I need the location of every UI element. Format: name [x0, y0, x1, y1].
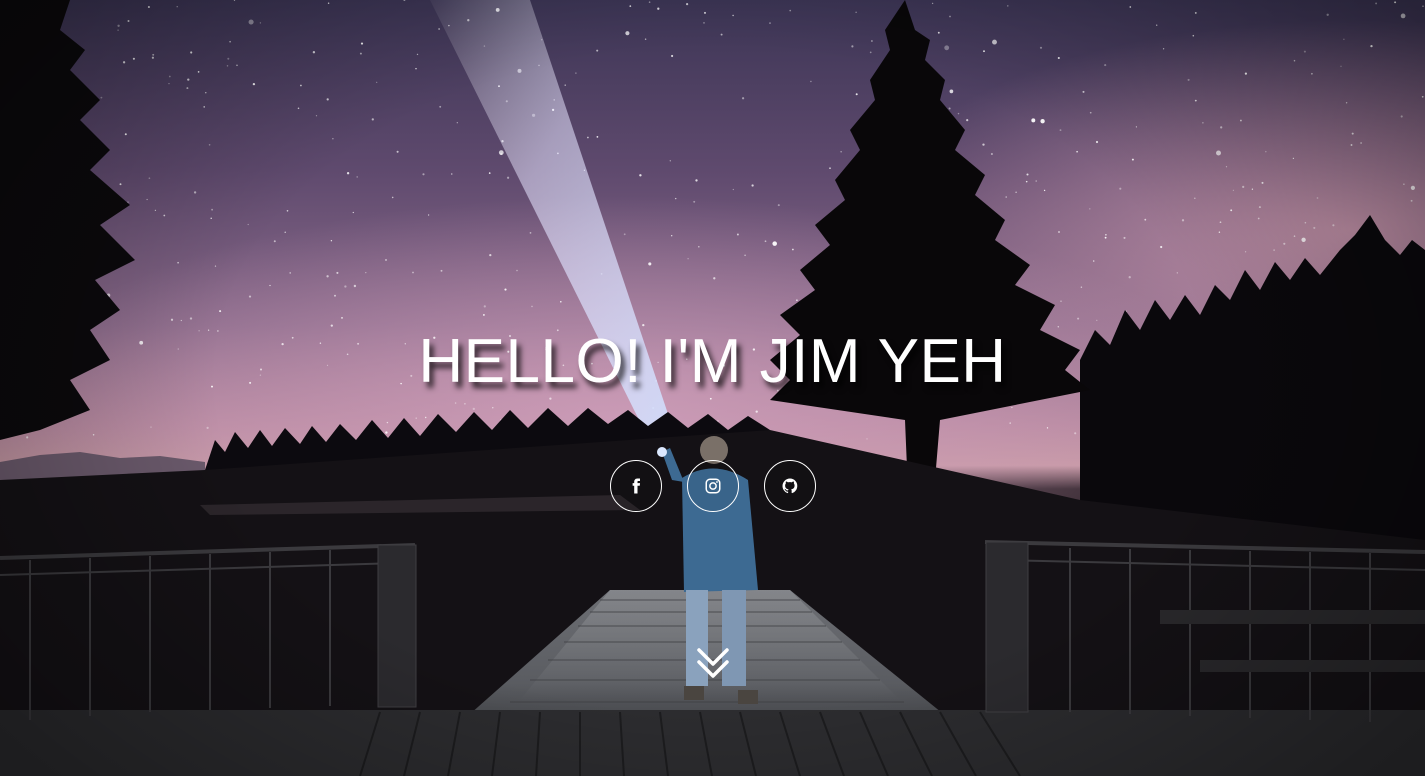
facebook-icon [632, 478, 640, 494]
instagram-button[interactable] [686, 460, 739, 512]
double-chevron-down-icon [697, 648, 729, 678]
scroll-down-button[interactable] [693, 644, 733, 684]
hero-section: HELLO! I'M JIM YEH [0, 0, 1425, 776]
hero-title: HELLO! I'M JIM YEH [418, 327, 1007, 396]
social-links [0, 460, 1425, 512]
boardwalk [0, 710, 1425, 776]
facebook-button[interactable] [609, 460, 662, 512]
github-button[interactable] [763, 460, 816, 512]
instagram-icon [705, 478, 720, 494]
github-icon [782, 478, 797, 494]
